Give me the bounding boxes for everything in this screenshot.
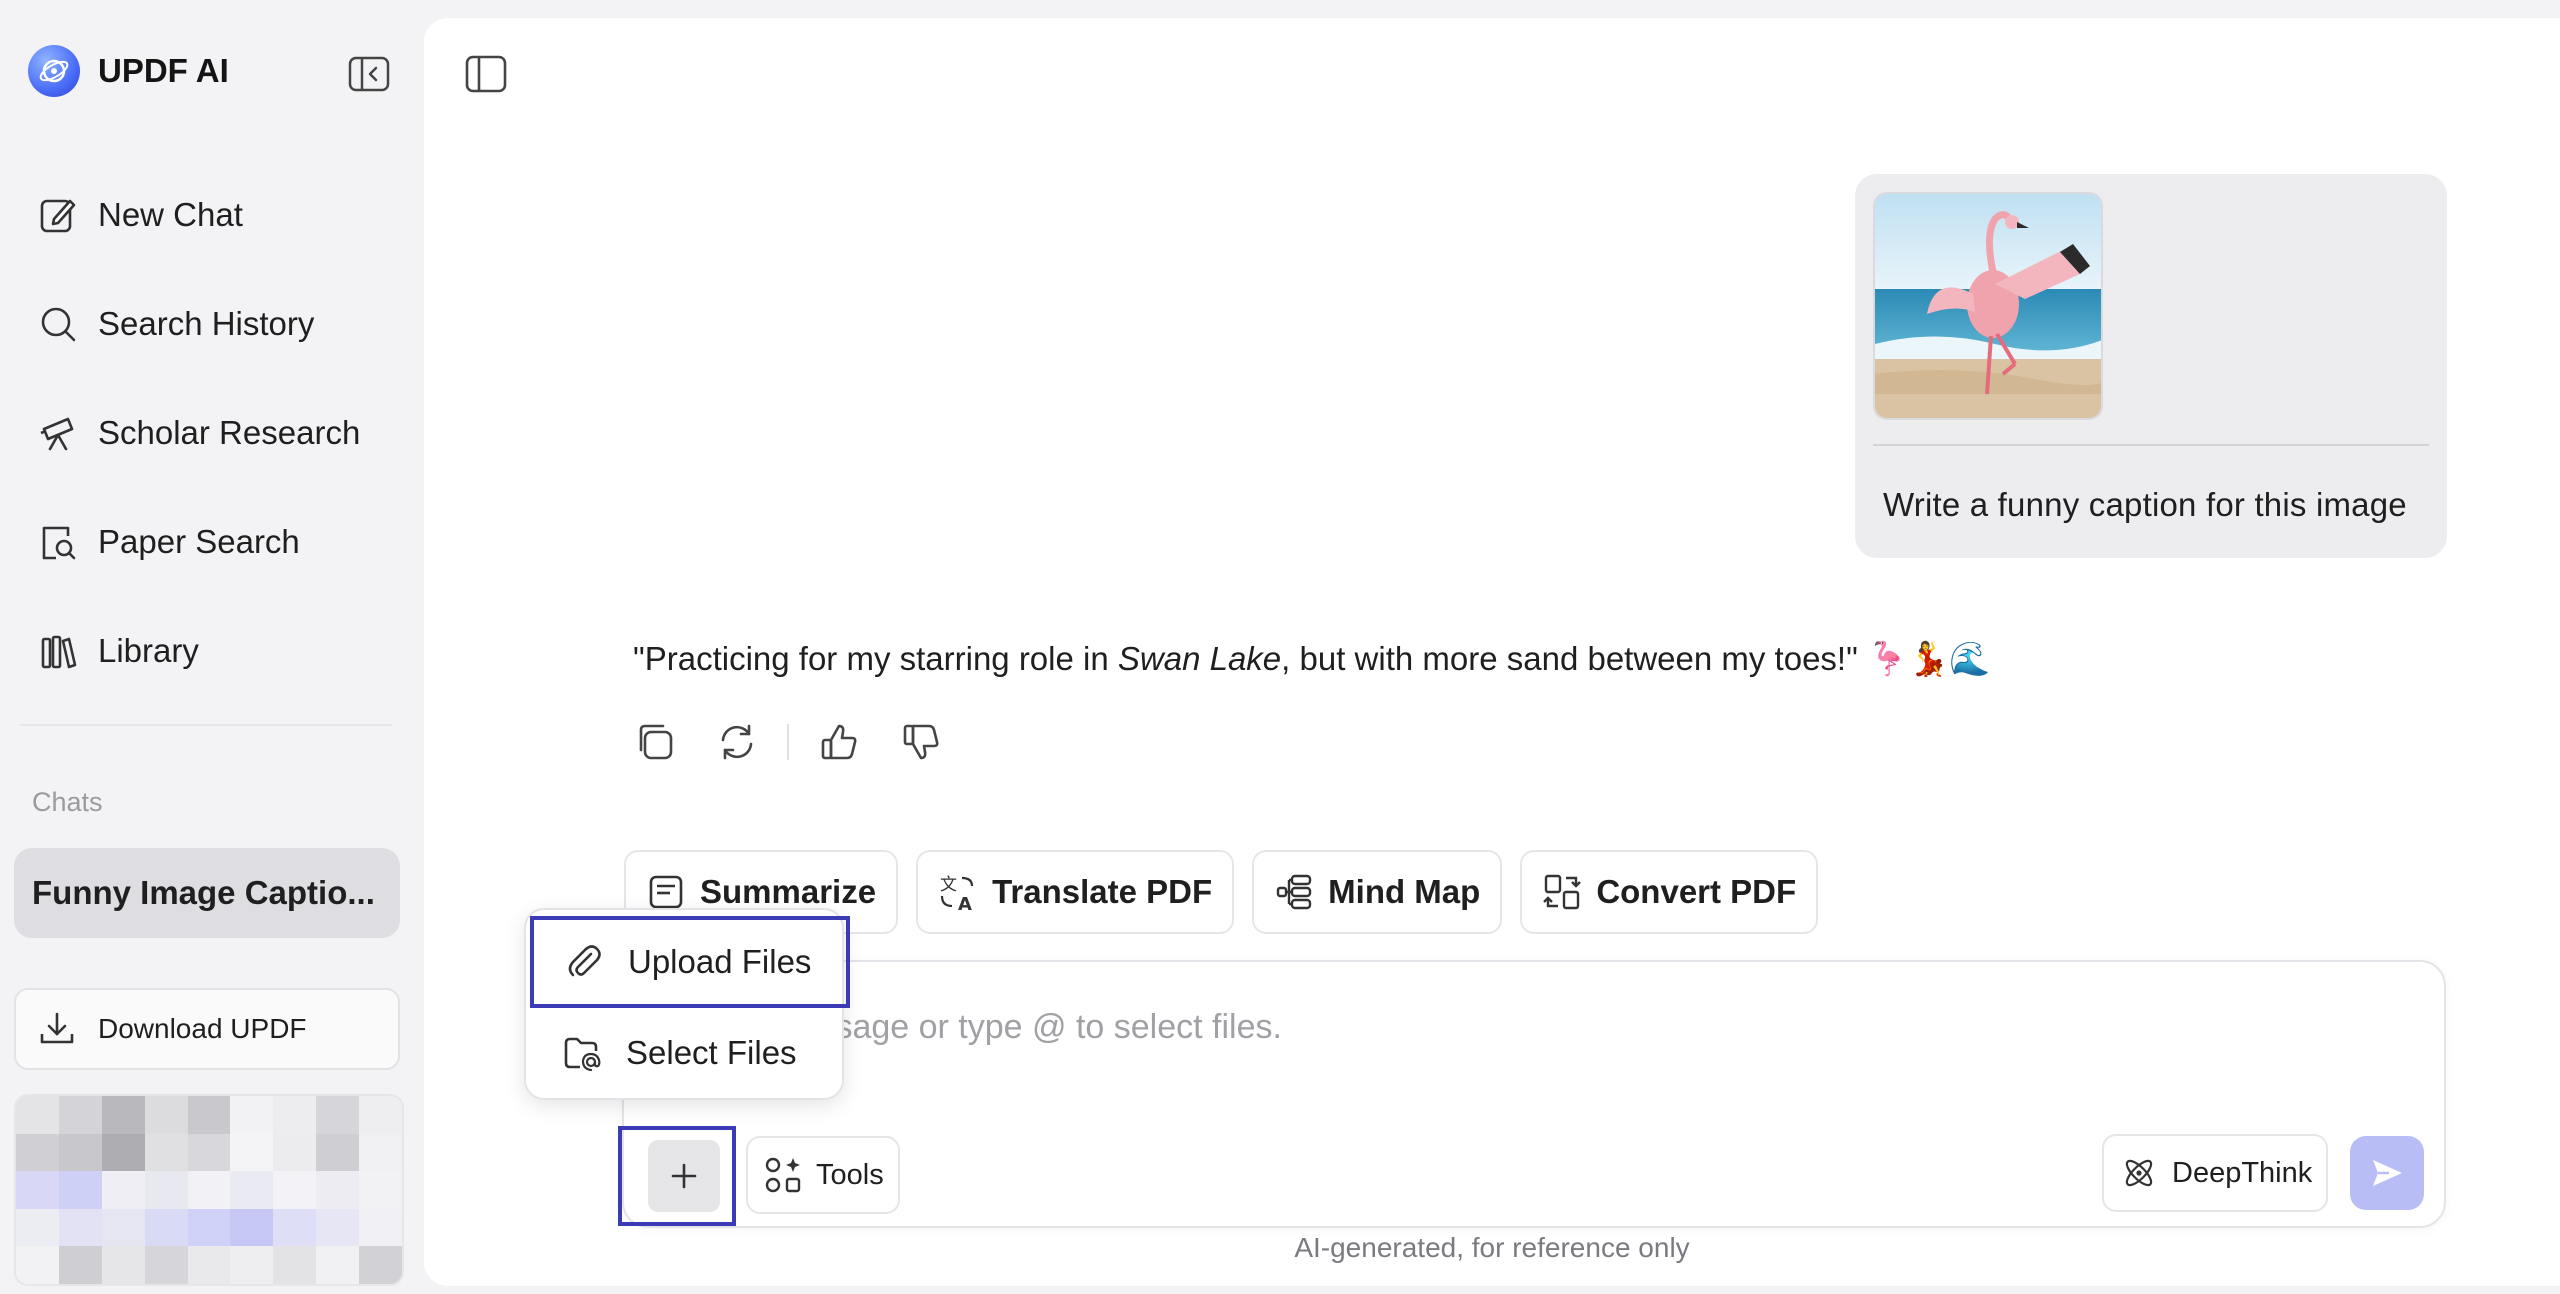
sidebar-nav: New Chat Search History Scholar Research…	[14, 160, 406, 705]
sidebar-item-label: New Chat	[98, 195, 243, 233]
sidebar-item-library[interactable]: Library	[14, 596, 406, 705]
mind-map-button[interactable]: Mind Map	[1252, 850, 1503, 934]
mind-map-icon	[1274, 872, 1314, 912]
translate-pdf-button[interactable]: 文A Translate PDF	[916, 850, 1235, 934]
plus-icon	[671, 1163, 697, 1189]
library-icon	[38, 631, 78, 671]
sidebar: UPDF AI New Chat Search History Scholar …	[0, 0, 420, 1294]
thumbs-up-icon[interactable]	[817, 720, 861, 764]
sidebar-item-label: Scholar Research	[98, 413, 361, 451]
message-divider	[1873, 444, 2429, 446]
sidebar-item-paper-search[interactable]: Paper Search	[14, 487, 406, 596]
sidebar-item-label: Paper Search	[98, 522, 300, 560]
blurred-user-info	[16, 1096, 402, 1284]
translate-icon: 文A	[938, 872, 978, 912]
attach-menu: Upload Files Select Files	[524, 908, 850, 1100]
thumbs-down-icon[interactable]	[899, 720, 943, 764]
ai-reply-text: "Practicing for my starring role in Swan…	[633, 640, 1990, 679]
ai-reply-part: , but with more sand between my toes!" 🦩…	[1281, 640, 1991, 677]
user-message-text: Write a funny caption for this image	[1883, 486, 2407, 523]
sidebar-item-search-history[interactable]: Search History	[14, 269, 406, 378]
sidebar-item-new-chat[interactable]: New Chat	[14, 160, 406, 269]
brand[interactable]: UPDF AI	[28, 45, 229, 97]
deepthink-label: DeepThink	[2172, 1156, 2313, 1189]
select-files-menu-item[interactable]: Select Files	[532, 1010, 842, 1096]
tool-label: Summarize	[700, 873, 877, 910]
deepthink-toggle[interactable]: DeepThink	[2102, 1134, 2328, 1212]
svg-text:A: A	[958, 894, 972, 912]
chat-list-item[interactable]: Funny Image Captio...	[14, 848, 400, 938]
attach-plus-button[interactable]	[648, 1140, 720, 1212]
user-avatar[interactable]	[14, 1094, 404, 1286]
search-icon	[38, 304, 78, 344]
folder-at-icon	[562, 1033, 602, 1073]
tools-grid-icon	[764, 1156, 802, 1194]
message-composer: Tools DeepThink	[618, 960, 2446, 1228]
tools-label: Tools	[816, 1158, 884, 1191]
actions-separator	[787, 724, 789, 760]
send-button[interactable]	[2350, 1136, 2424, 1210]
message-input[interactable]	[654, 1002, 2154, 1052]
tool-label: Convert PDF	[1596, 873, 1797, 910]
upload-files-label: Upload Files	[628, 943, 812, 980]
svg-text:文: 文	[940, 875, 957, 895]
select-files-label: Select Files	[626, 1034, 797, 1071]
flamingo-image	[1875, 194, 2101, 418]
paperclip-icon	[564, 942, 604, 982]
upload-files-menu-item[interactable]: Upload Files	[530, 916, 850, 1008]
convert-icon	[1542, 872, 1582, 912]
download-updf-button[interactable]: Download UPDF	[14, 988, 400, 1070]
download-label: Download UPDF	[98, 1013, 307, 1044]
app-name: UPDF AI	[98, 52, 229, 89]
ai-disclaimer: AI-generated, for reference only	[1294, 1232, 1690, 1263]
sidebar-divider	[20, 724, 392, 726]
reply-actions	[633, 720, 981, 764]
collapse-sidebar-icon[interactable]	[348, 56, 390, 92]
summarize-icon	[646, 872, 686, 912]
tools-button[interactable]: Tools	[746, 1136, 900, 1214]
atom-icon	[2120, 1154, 2158, 1192]
send-icon	[2373, 1160, 2402, 1186]
paper-search-icon	[38, 522, 78, 562]
ai-reply-italic: Swan Lake	[1117, 640, 1282, 677]
chats-heading: Chats	[32, 787, 103, 817]
sidebar-item-label: Library	[98, 631, 199, 669]
telescope-icon	[38, 413, 78, 453]
copy-icon[interactable]	[633, 720, 677, 764]
tool-label: Translate PDF	[992, 873, 1213, 910]
sidebar-item-label: Search History	[98, 304, 315, 342]
regenerate-icon[interactable]	[715, 720, 759, 764]
user-message-bubble: Write a funny caption for this image	[1855, 174, 2447, 558]
attached-image-thumbnail[interactable]	[1873, 192, 2103, 420]
new-chat-icon	[38, 195, 78, 235]
toggle-panel-icon[interactable]	[464, 54, 508, 94]
tool-label: Mind Map	[1328, 873, 1481, 910]
download-icon	[38, 1010, 76, 1048]
ai-reply-part: "Practicing for my starring role in	[633, 640, 1118, 677]
updf-logo-icon	[28, 45, 80, 97]
convert-pdf-button[interactable]: Convert PDF	[1520, 850, 1819, 934]
sidebar-item-scholar-research[interactable]: Scholar Research	[14, 378, 406, 487]
